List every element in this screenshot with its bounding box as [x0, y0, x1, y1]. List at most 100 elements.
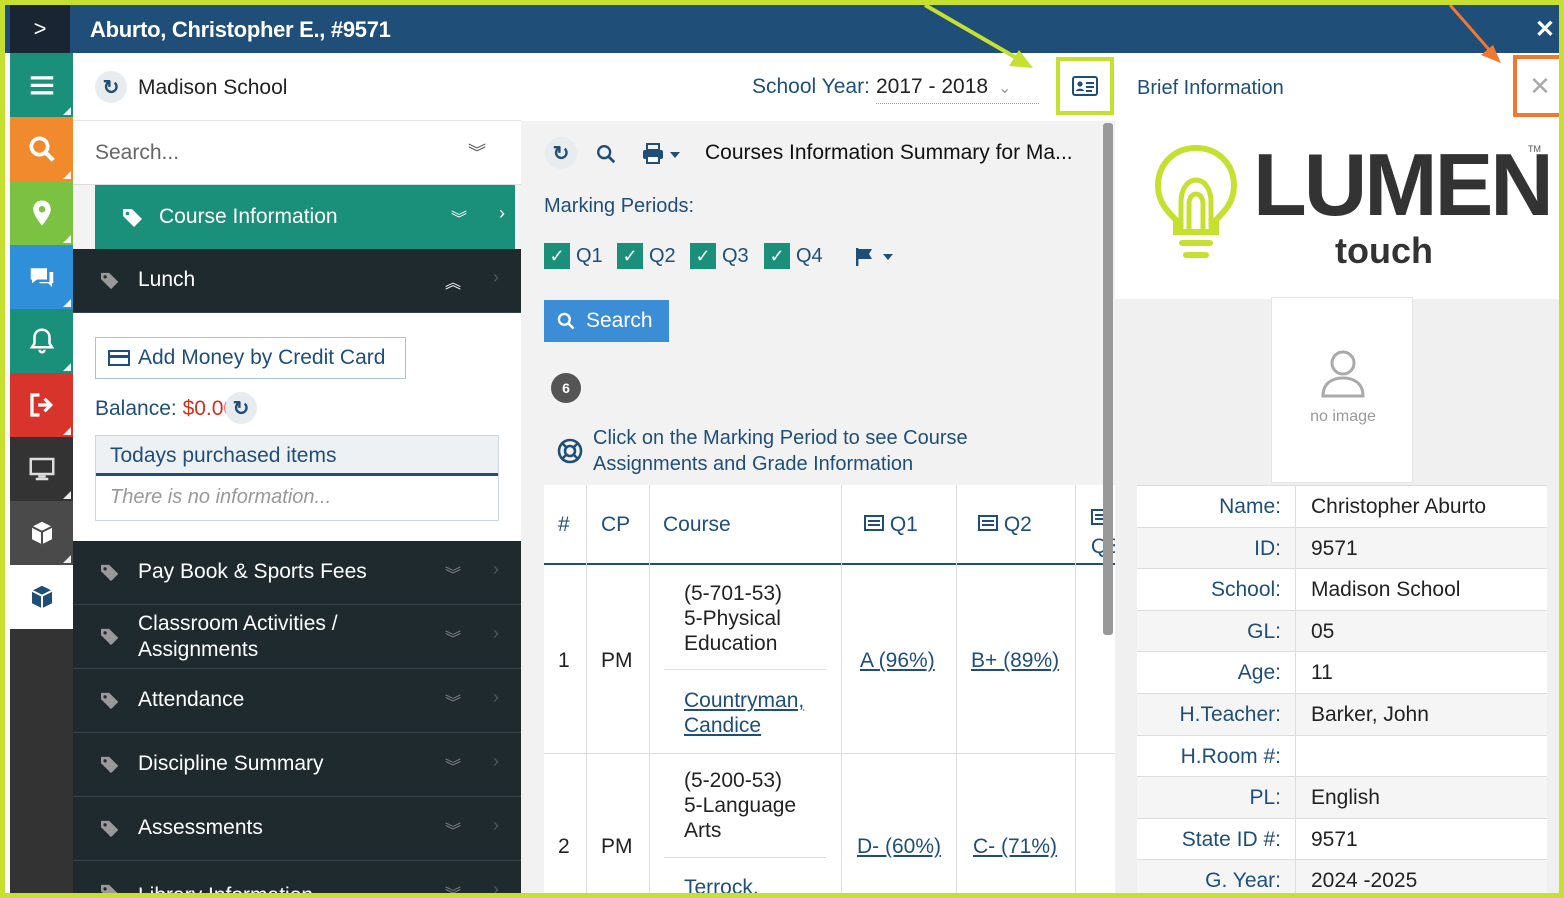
search-icon[interactable]	[595, 143, 617, 165]
chevron-right-icon[interactable]: ›	[493, 879, 499, 893]
double-chevron-up-icon[interactable]: ︽	[445, 269, 461, 293]
nav-item-attendance[interactable]: Attendance ︾ ›	[73, 669, 521, 733]
chevron-right-icon[interactable]: ›	[493, 623, 499, 644]
course-name-1: 5-Physical	[684, 607, 781, 630]
check-icon: ✓	[617, 243, 643, 269]
school-year-value: 2017 - 2018	[876, 75, 989, 98]
header-q2[interactable]: Q2	[978, 513, 1032, 537]
notifications-button[interactable]	[10, 309, 73, 373]
purchased-items-box: Todays purchased items There is no infor…	[95, 435, 499, 521]
info-row: H.Teacher: Barker, John	[1137, 692, 1547, 735]
menu-button[interactable]	[10, 53, 73, 117]
logo-text: LUMEN	[1253, 135, 1554, 234]
messages-button[interactable]	[10, 245, 73, 309]
teacher-link-2[interactable]: Candice	[684, 713, 761, 738]
chevron-right-icon[interactable]: ›	[493, 267, 499, 288]
chevron-right-icon[interactable]: ›	[493, 751, 499, 772]
nav-item-library[interactable]: Library Information ︾ ›	[73, 861, 521, 893]
package-button[interactable]	[10, 501, 73, 565]
nav-item-assessments[interactable]: Assessments ︾ ›	[73, 797, 521, 861]
double-chevron-down-icon[interactable]: ︾	[445, 689, 461, 713]
lifebuoy-icon	[557, 438, 583, 464]
courses-summary-title: Courses Information Summary for Ma...	[705, 141, 1073, 164]
grade-link-q1[interactable]: A (96%)	[860, 648, 935, 673]
check-icon: ✓	[544, 243, 570, 269]
tags-icon	[101, 628, 119, 646]
balance: Balance: $0.00	[95, 397, 235, 421]
logout-button[interactable]	[10, 373, 73, 437]
nav-item-pay-fees[interactable]: Pay Book & Sports Fees ︾ ›	[73, 541, 521, 605]
info-row: H.Room #:	[1137, 734, 1547, 777]
nav-label: Lunch	[138, 268, 196, 291]
print-icon[interactable]	[642, 143, 682, 165]
q1-checkbox[interactable]: ✓ Q1	[544, 243, 603, 269]
course-name-1: 5-Language	[684, 794, 797, 817]
nav-label: Attendance	[138, 688, 245, 711]
teacher-link[interactable]: Terrock,	[684, 875, 759, 893]
tags-icon	[101, 692, 119, 710]
nav-item-discipline[interactable]: Discipline Summary ︾ ›	[73, 733, 521, 797]
tags-icon	[101, 272, 119, 290]
double-chevron-down-icon[interactable]: ︾	[451, 205, 467, 229]
step-badge: 6	[551, 373, 581, 403]
content-scrollbar[interactable]	[1103, 123, 1113, 635]
header-q1[interactable]: Q1	[864, 513, 918, 537]
nav-item-course-information[interactable]: Course Information ︾ ›	[95, 185, 515, 249]
chevron-right-icon[interactable]: ›	[499, 203, 505, 224]
info-row: School: Madison School	[1137, 568, 1547, 610]
search-icon	[29, 136, 55, 162]
close-window-button[interactable]: ✕	[1535, 15, 1555, 44]
cube-icon	[31, 521, 52, 545]
no-image-label: no image	[1310, 408, 1376, 425]
map-pin-icon	[32, 200, 51, 226]
hint-line-2: Assignments and Grade Information	[593, 453, 914, 475]
double-chevron-down-icon[interactable]: ︾	[445, 753, 461, 777]
row-cp: PM	[601, 835, 633, 858]
search-button[interactable]: Search	[544, 300, 669, 342]
flag-dropdown-icon[interactable]	[855, 247, 897, 267]
menu-icon	[30, 76, 53, 95]
double-chevron-down-icon[interactable]: ︾	[445, 881, 461, 893]
add-money-button[interactable]: Add Money by Credit Card	[95, 337, 406, 379]
q2-checkbox[interactable]: ✓ Q2	[617, 243, 676, 269]
location-button[interactable]	[10, 181, 73, 245]
display-button[interactable]	[10, 437, 73, 501]
q4-checkbox[interactable]: ✓ Q4	[764, 243, 823, 269]
chevron-right-icon[interactable]: ›	[493, 559, 499, 580]
grade-link-q2[interactable]: B+ (89%)	[971, 648, 1059, 673]
check-icon: ✓	[764, 243, 790, 269]
refresh-courses-button[interactable]: ↻	[545, 137, 577, 169]
refresh-icon: ↻	[102, 76, 120, 99]
teacher-link[interactable]: Countryman,	[684, 688, 804, 713]
courses-toolbar: ↻ Courses Information Summary for Ma...	[521, 121, 1115, 185]
monitor-icon	[29, 457, 54, 481]
search-button[interactable]	[10, 117, 73, 181]
package-active-button[interactable]	[10, 565, 73, 629]
student-info-table: Name: Christopher Aburto ID: 9571 School: M…	[1137, 485, 1547, 893]
chevron-right-icon[interactable]: ›	[493, 687, 499, 708]
q3-checkbox[interactable]: ✓ Q3	[690, 243, 749, 269]
refresh-balance-button[interactable]: ↻	[225, 392, 257, 424]
double-chevron-down-icon[interactable]: ︾	[445, 561, 461, 585]
course-name-2: Education	[684, 632, 778, 655]
double-chevron-down-icon[interactable]: ︾	[445, 817, 461, 841]
logo-tm: TM	[1528, 144, 1541, 154]
left-rail	[10, 53, 73, 893]
courses-panel: School Year: 2017 - 2018 ⌄ ↻ Courses Inf…	[521, 53, 1115, 893]
brief-info-toggle-button[interactable]	[1056, 57, 1114, 115]
grade-link-q2[interactable]: C- (71%)	[973, 834, 1057, 859]
school-year-select[interactable]: 2017 - 2018 ⌄	[876, 75, 1039, 104]
nav-search-input[interactable]: Search... ︾	[73, 121, 521, 185]
close-icon: ✕	[1529, 70, 1551, 101]
close-brief-button[interactable]: ✕	[1513, 55, 1559, 117]
nav-panel: ↻ Madison School Search... ︾ Course Info…	[73, 53, 585, 893]
nav-item-classroom-activities[interactable]: Classroom Activities / Assignments ︾ ›	[73, 605, 521, 669]
chevron-right-icon[interactable]: ›	[493, 815, 499, 836]
brief-info-title: Brief Information	[1137, 77, 1284, 99]
double-chevron-down-icon[interactable]: ︾	[468, 139, 486, 165]
nav-item-lunch[interactable]: Lunch ︽ ›	[73, 249, 521, 313]
grade-link-q1[interactable]: D- (60%)	[857, 834, 941, 859]
double-chevron-down-icon[interactable]: ︾	[445, 625, 461, 649]
refresh-school-button[interactable]: ↻	[95, 71, 127, 103]
expand-rail-button[interactable]: >	[10, 5, 70, 53]
